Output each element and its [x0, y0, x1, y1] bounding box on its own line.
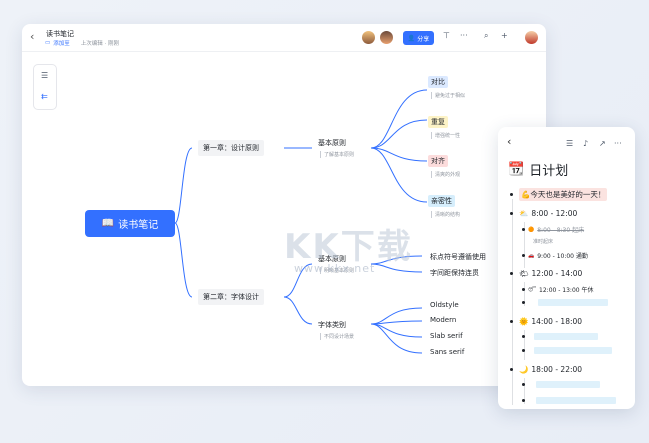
day-planner-panel: ‹ ☰ ♪ ↗ ··· 📆 日计划 💪今天也是美好的一天！ ⛅ 8:00 - 12…: [498, 127, 635, 409]
chapter-node[interactable]: 第一章：设计原则: [198, 140, 264, 156]
chapter-node[interactable]: 第二章：字体设计: [198, 289, 264, 305]
topic-tag[interactable]: 对比: [428, 76, 448, 88]
empty-task-bar[interactable]: [534, 333, 598, 340]
leaf-node[interactable]: Oldstyle: [430, 301, 459, 309]
task-row-empty[interactable]: [522, 349, 525, 352]
topic-note: 避免过于相似: [431, 92, 465, 99]
root-node[interactable]: 📖 读书笔记: [85, 210, 175, 237]
topic-tag[interactable]: 对齐: [428, 155, 448, 167]
leaf-node[interactable]: Slab serif: [430, 332, 463, 340]
chevron-left-icon[interactable]: ‹: [507, 135, 511, 148]
leaf-node[interactable]: 标点符号遵循使用: [430, 252, 486, 262]
time-block[interactable]: 🌤 12:00 - 14:00: [510, 269, 582, 278]
leaf-node[interactable]: Modern: [430, 316, 456, 324]
task-row-empty[interactable]: [522, 301, 525, 304]
watermark-text: KK下载: [284, 227, 413, 267]
task-note: 准时起床: [533, 239, 554, 245]
book-icon: 📖: [101, 218, 115, 229]
empty-task-bar[interactable]: [534, 347, 612, 354]
more-icon[interactable]: ···: [614, 139, 622, 148]
topic-note: 增强统一性: [431, 132, 460, 139]
branch-note: 不同设计场景: [320, 333, 354, 340]
leaf-node[interactable]: 字间距保持连贯: [430, 268, 479, 278]
empty-task-bar[interactable]: [536, 381, 600, 388]
calendar-icon: 📆: [508, 162, 525, 177]
motto-text: 💪今天也是美好的一天！: [519, 188, 608, 201]
watermark-url: www.kkx.net: [294, 262, 376, 275]
motto-row[interactable]: 💪今天也是美好的一天！: [510, 188, 608, 201]
topic-tag[interactable]: 重复: [428, 116, 448, 128]
task-row[interactable]: 🟠 8:00 - 8:30 起床: [522, 225, 584, 234]
task-row-empty[interactable]: [522, 399, 525, 402]
planner-title: 📆 日计划: [508, 160, 568, 179]
outline-icon[interactable]: ☰: [566, 139, 573, 148]
topic-note: 清晰的结构: [431, 211, 460, 218]
bell-icon[interactable]: ♪: [583, 139, 588, 148]
time-block[interactable]: ⛅ 8:00 - 12:00: [510, 209, 577, 218]
empty-task-bar[interactable]: [536, 397, 616, 404]
time-block[interactable]: 🌞 14:00 - 18:00: [510, 317, 582, 326]
timeline-line: [512, 199, 513, 405]
leaf-node[interactable]: Sans serif: [430, 348, 464, 356]
task-row[interactable]: 😴 12:00 - 13:00 午休: [522, 285, 594, 294]
mindmap-connectors: [174, 89, 428, 354]
branch-node[interactable]: 字体类别: [318, 320, 346, 330]
task-row[interactable]: 🚗 9:00 - 10:00 通勤: [522, 251, 588, 260]
empty-task-bar[interactable]: [538, 299, 608, 306]
topic-note: 清爽的外观: [431, 171, 460, 178]
share-icon[interactable]: ↗: [599, 139, 606, 148]
branch-note: 了解基本原则: [320, 151, 354, 158]
root-label: 读书笔记: [118, 220, 159, 231]
task-row-empty[interactable]: [522, 383, 525, 386]
task-row-empty[interactable]: [522, 335, 525, 338]
time-block[interactable]: 🌙 18:00 - 22:00: [510, 365, 582, 374]
topic-tag[interactable]: 亲密性: [428, 195, 455, 207]
mindmap-window: ‹ 读书笔记 ▭ 添加至 上次编辑 · 刚刚 👤 分享 ⊤ ··· ⌕ + ☰ …: [22, 24, 546, 386]
branch-node[interactable]: 基本原则: [318, 138, 346, 148]
planner-title-text: 日计划: [529, 164, 569, 179]
